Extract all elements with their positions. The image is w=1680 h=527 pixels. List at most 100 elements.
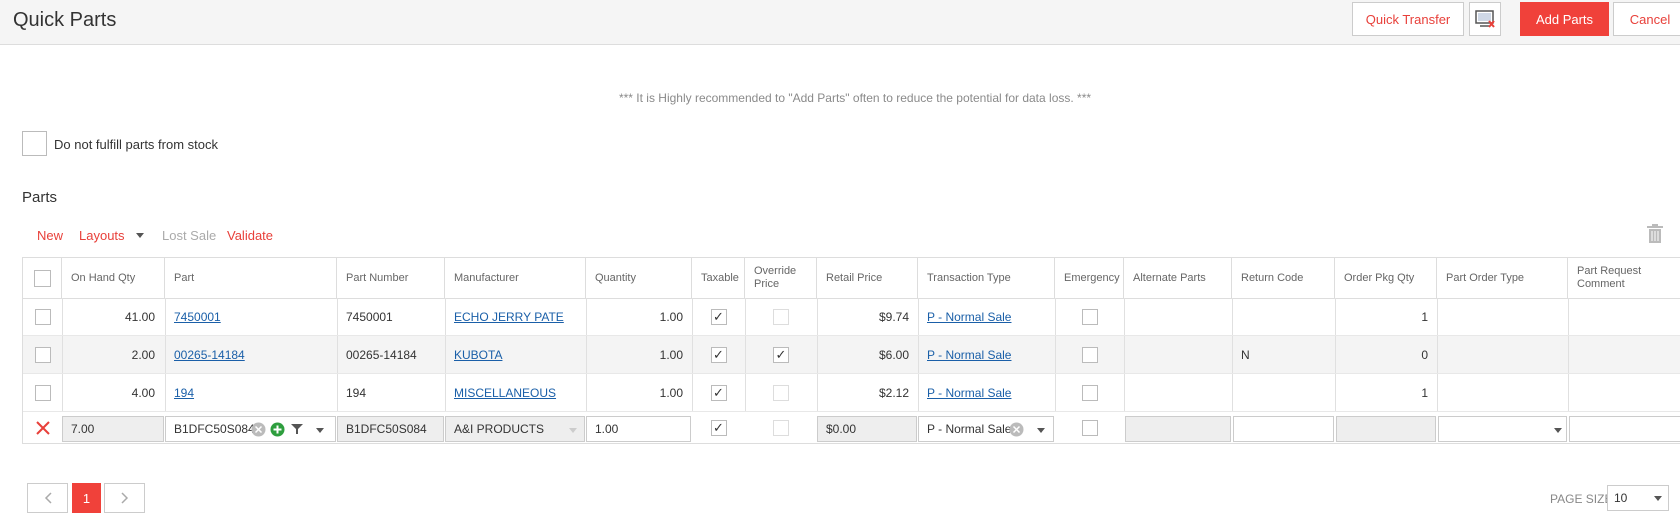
add-parts-button[interactable]: Add Parts bbox=[1520, 2, 1609, 36]
part-request-comment-field[interactable] bbox=[1569, 416, 1680, 442]
page-size-dropdown-icon[interactable] bbox=[1654, 496, 1662, 501]
emergency-checkbox[interactable] bbox=[1081, 384, 1098, 401]
emergency-cell bbox=[1055, 336, 1124, 373]
part-field[interactable]: B1DFC50S084 bbox=[165, 416, 336, 442]
part-number: 7450001 bbox=[346, 309, 393, 324]
page-button-current[interactable]: 1 bbox=[72, 483, 101, 513]
part-order-type-field[interactable] bbox=[1438, 416, 1567, 442]
taxable-checkbox[interactable]: ✓ bbox=[710, 346, 727, 363]
header-transaction-type[interactable]: Transaction Type bbox=[918, 258, 1055, 298]
transaction-type-cell: P - Normal Sale bbox=[918, 374, 1055, 411]
header-manufacturer[interactable]: Manufacturer bbox=[445, 258, 586, 298]
header-retail-price[interactable]: Retail Price bbox=[817, 258, 918, 298]
override-price-checkbox[interactable] bbox=[773, 420, 789, 436]
table-row[interactable]: 4.00 194 194 MISCELLANEOUS 1.00 ✓ $2.12 … bbox=[23, 374, 1680, 412]
header-emergency[interactable]: Emergency bbox=[1055, 258, 1124, 298]
prev-page-button[interactable] bbox=[27, 483, 68, 513]
row-select-checkbox[interactable] bbox=[34, 384, 51, 401]
taxable-cell: ✓ bbox=[692, 412, 745, 443]
row-select-cell bbox=[23, 374, 62, 411]
part-request-comment bbox=[1568, 374, 1680, 411]
on-hand-qty: 4.00 bbox=[131, 385, 155, 400]
table-row[interactable]: 2.00 00265-14184 00265-14184 KUBOTA 1.00… bbox=[23, 336, 1680, 374]
part-dropdown-icon[interactable] bbox=[316, 428, 324, 433]
taxable-checkbox[interactable]: ✓ bbox=[710, 308, 727, 325]
transaction-type-field[interactable]: P - Normal Sale bbox=[918, 416, 1054, 442]
taxable-cell: ✓ bbox=[692, 374, 745, 411]
taxable-checkbox[interactable]: ✓ bbox=[710, 420, 727, 436]
override-price-checkbox[interactable] bbox=[773, 384, 789, 401]
return-code bbox=[1232, 298, 1335, 335]
row-select-cell bbox=[23, 298, 62, 335]
trash-icon[interactable] bbox=[1646, 224, 1664, 249]
filter-icon[interactable] bbox=[291, 423, 303, 438]
chevron-left-icon bbox=[44, 492, 52, 504]
add-circle-icon[interactable] bbox=[270, 422, 285, 440]
header-alternate-parts[interactable]: Alternate Parts bbox=[1124, 258, 1232, 298]
grid-header: On Hand Qty Part Part Number Manufacture… bbox=[23, 258, 1680, 299]
header-part-request-comment[interactable]: Part Request Comment bbox=[1568, 258, 1680, 298]
row-select-checkbox[interactable] bbox=[34, 346, 51, 363]
retail-price: $9.74 bbox=[878, 309, 909, 324]
manufacturer-dropdown-icon[interactable] bbox=[569, 428, 577, 433]
page-size-select[interactable]: 10 bbox=[1607, 485, 1669, 511]
top-bar: Quick Parts Quick Transfer Add Parts Can… bbox=[0, 0, 1680, 45]
transaction-type-link[interactable]: P - Normal Sale bbox=[927, 386, 1011, 400]
retail-price: $2.12 bbox=[878, 385, 909, 400]
header-quantity[interactable]: Quantity bbox=[586, 258, 692, 298]
emergency-checkbox[interactable] bbox=[1081, 420, 1098, 436]
page-size-label: PAGE SIZE bbox=[1550, 492, 1613, 506]
header-part-order-type[interactable]: Part Order Type bbox=[1437, 258, 1568, 298]
new-button[interactable]: New bbox=[37, 228, 63, 243]
validate-button[interactable]: Validate bbox=[227, 228, 273, 243]
emergency-checkbox[interactable] bbox=[1081, 346, 1098, 363]
quantity-field[interactable]: 1.00 bbox=[586, 416, 691, 442]
part-order-type-dropdown-icon[interactable] bbox=[1554, 428, 1562, 433]
transaction-type-link[interactable]: P - Normal Sale bbox=[927, 348, 1011, 362]
clear-icon[interactable] bbox=[251, 422, 266, 440]
row-select-cell bbox=[23, 336, 62, 373]
cancel-button[interactable]: Cancel bbox=[1613, 2, 1680, 36]
no-fulfill-checkbox[interactable] bbox=[22, 131, 47, 156]
header-part-number[interactable]: Part Number bbox=[337, 258, 445, 298]
part-field-value: B1DFC50S084 bbox=[174, 422, 255, 436]
table-row[interactable]: 41.00 7450001 7450001 ECHO JERRY PATE 1.… bbox=[23, 298, 1680, 336]
taxable-checkbox[interactable]: ✓ bbox=[710, 384, 727, 401]
part-order-type bbox=[1437, 298, 1568, 335]
part-link[interactable]: 00265-14184 bbox=[174, 348, 245, 362]
select-all-checkbox[interactable] bbox=[33, 269, 51, 287]
manufacturer-link[interactable]: ECHO JERRY PATE bbox=[454, 310, 564, 324]
part-link[interactable]: 194 bbox=[174, 386, 194, 400]
next-page-button[interactable] bbox=[104, 483, 145, 513]
manufacturer-link[interactable]: MISCELLANEOUS bbox=[454, 386, 556, 400]
manufacturer-field[interactable]: A&I PRODUCTS bbox=[445, 416, 585, 442]
layouts-button[interactable]: Layouts bbox=[79, 228, 125, 243]
header-part[interactable]: Part bbox=[165, 258, 337, 298]
override-price-checkbox[interactable] bbox=[773, 308, 789, 325]
header-on-hand-qty[interactable]: On Hand Qty bbox=[62, 258, 165, 298]
part-link[interactable]: 7450001 bbox=[174, 310, 221, 324]
part-order-type bbox=[1437, 374, 1568, 411]
part-number: 194 bbox=[346, 385, 367, 400]
header-order-pkg-qty[interactable]: Order Pkg Qty bbox=[1335, 258, 1437, 298]
layouts-dropdown-icon[interactable] bbox=[136, 233, 144, 238]
return-code-field[interactable] bbox=[1233, 416, 1334, 442]
edit-row[interactable]: 7.00 B1DFC50S084 B1DFC50S084 A&I PRODUCT… bbox=[23, 412, 1680, 443]
print-preview-icon[interactable] bbox=[1469, 2, 1501, 36]
lost-sale-button[interactable]: Lost Sale bbox=[162, 228, 216, 243]
transaction-type-dropdown-icon[interactable] bbox=[1037, 428, 1045, 433]
remove-row-icon[interactable] bbox=[23, 412, 62, 443]
quick-transfer-button[interactable]: Quick Transfer bbox=[1352, 2, 1464, 36]
override-price-checkbox[interactable]: ✓ bbox=[773, 346, 789, 363]
transaction-type-link[interactable]: P - Normal Sale bbox=[927, 310, 1011, 324]
emergency-checkbox[interactable] bbox=[1081, 308, 1098, 325]
part-request-comment bbox=[1568, 336, 1680, 373]
clear-icon[interactable] bbox=[1009, 422, 1024, 440]
header-taxable[interactable]: Taxable bbox=[692, 258, 745, 298]
quantity: 1.00 bbox=[659, 385, 683, 400]
header-override-price[interactable]: Override Price bbox=[745, 258, 817, 298]
part-request-comment bbox=[1568, 298, 1680, 335]
header-return-code[interactable]: Return Code bbox=[1232, 258, 1335, 298]
manufacturer-link[interactable]: KUBOTA bbox=[454, 348, 502, 362]
row-select-checkbox[interactable] bbox=[34, 308, 51, 325]
